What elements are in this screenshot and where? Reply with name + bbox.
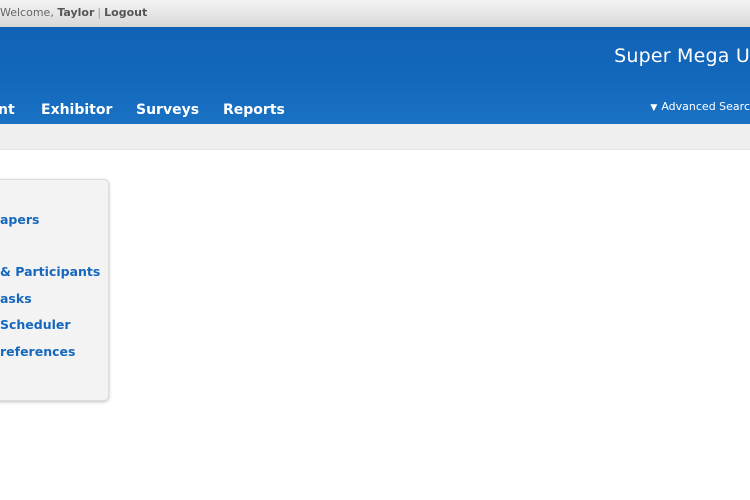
user-name: Taylor (57, 6, 95, 19)
advanced-search-toggle[interactable]: ▼ Advanced Searc (650, 100, 750, 113)
logout-link[interactable]: Logout (104, 6, 147, 19)
sidebar-link-papers[interactable]: apers (0, 212, 39, 227)
sidebar-link-participants[interactable]: & Participants (0, 264, 100, 279)
sidebar-link-preferences[interactable]: references (0, 344, 75, 359)
triangle-down-icon: ▼ (650, 103, 658, 113)
sub-header-bar (0, 124, 750, 150)
sidebar-link-scheduler[interactable]: Scheduler (0, 317, 71, 332)
nav-item-surveys[interactable]: Surveys (136, 102, 199, 118)
separator: | (97, 6, 102, 19)
site-header: Super Mega U nt Exhibitor Surveys Report… (0, 27, 750, 124)
welcome-text: Welcome, (0, 6, 58, 19)
sidebar-link-tasks[interactable]: asks (0, 291, 32, 306)
nav-item-reports[interactable]: Reports (223, 102, 285, 118)
nav-item-event[interactable]: nt (0, 102, 15, 118)
site-title: Super Mega U (614, 45, 750, 67)
welcome-area: Welcome, Taylor | Logout (0, 0, 147, 26)
top-utility-bar: Welcome, Taylor | Logout (0, 0, 750, 28)
nav-item-exhibitor[interactable]: Exhibitor (41, 102, 112, 118)
advanced-search-label: Advanced Searc (661, 100, 750, 113)
